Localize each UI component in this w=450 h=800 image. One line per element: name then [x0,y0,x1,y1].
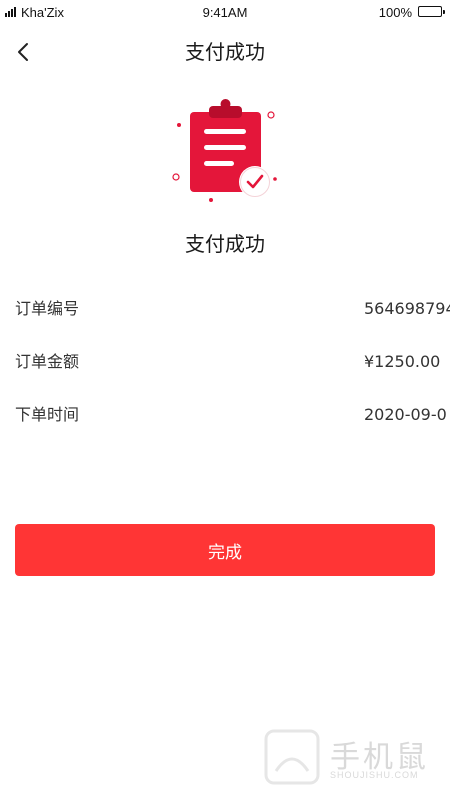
battery-percentage: 100% [378,5,412,20]
order-time-label: 下单时间 [15,405,80,424]
order-number-label: 订单编号 [15,299,80,318]
order-time-value: 2020-09-0 [364,405,447,424]
order-amount-row: 订单金额 ¥1250.00 [0,350,450,374]
watermark-subtext: SHOUJISHU.COM [330,770,419,780]
done-button[interactable]: 完成 [15,524,435,576]
result-title: 支付成功 [185,232,265,256]
order-number-value: 564698794 [364,299,450,318]
clipboard-check-icon [172,99,277,202]
order-number-row: 订单编号 564698794 [0,297,450,321]
order-amount-value: ¥1250.00 [364,352,441,371]
page-title: 支付成功 [185,40,265,64]
status-bar: Kha'Zix 9:41AM 100% [0,0,450,24]
battery-icon [418,6,445,17]
order-time-row: 下单时间 2020-09-0 [0,403,450,427]
order-amount-label: 订单金额 [15,352,80,371]
